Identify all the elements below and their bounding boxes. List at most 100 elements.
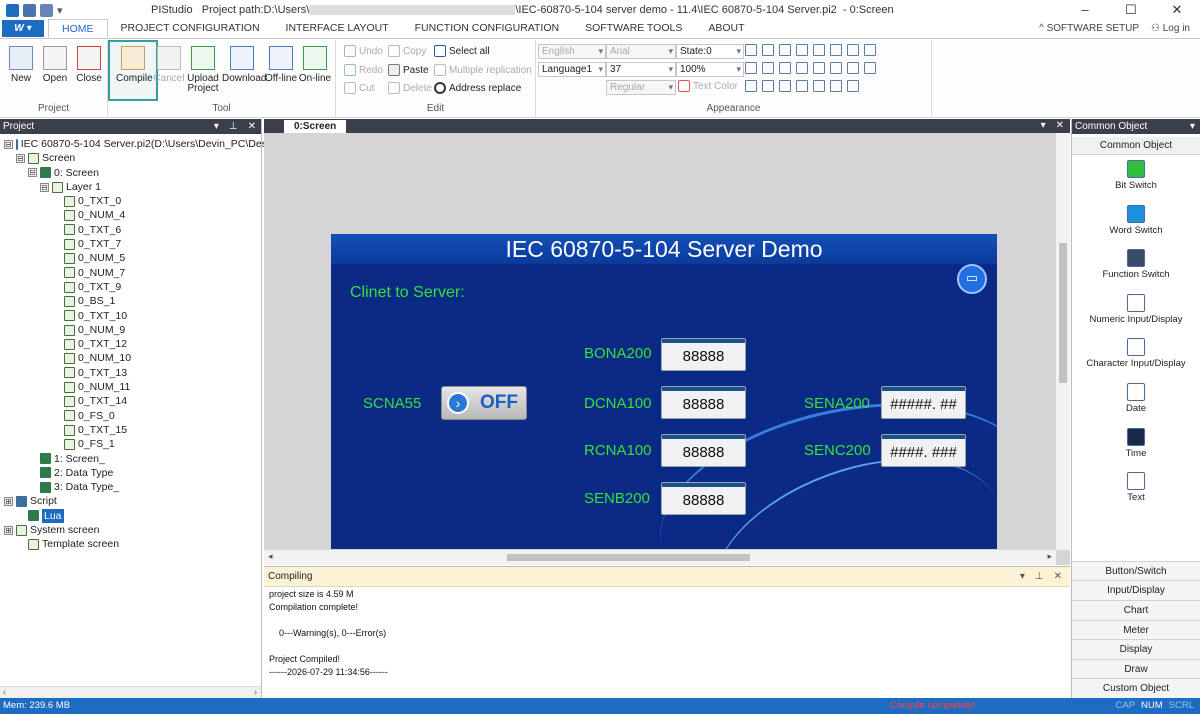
app-menu-button[interactable]: W ▾ [2,20,44,37]
tree-horizontal-scrollbar[interactable]: ‹ › [0,686,261,698]
font-size-select[interactable]: 37 [606,62,676,77]
tree-node[interactable]: 0_TXT_15 [0,423,262,437]
common-object-item[interactable]: Numeric Input/Display [1072,293,1200,334]
font-select[interactable]: Arial [606,44,676,59]
expand-toggle-icon[interactable]: ⊞ [4,525,13,535]
cancel-button[interactable]: Cancel [152,44,186,84]
message-icon[interactable]: ▭ [957,264,987,294]
lock-icon[interactable] [779,80,791,92]
close-button[interactable]: Close [72,44,106,84]
open-button[interactable]: Open [38,44,72,84]
software-setup-button[interactable]: ^ SOFTWARE SETUP [1039,19,1139,38]
category-item[interactable]: Input/Display [1072,580,1200,601]
same-height-icon[interactable] [847,62,859,74]
group-icon[interactable] [813,44,825,56]
common-object-item[interactable]: Word Switch [1072,204,1200,245]
tab-function-configuration[interactable]: FUNCTION CONFIGURATION [402,19,572,38]
tree-node[interactable]: 0_BS_1 [0,294,262,308]
category-item[interactable]: Custom Object [1072,678,1200,698]
align-center-icon[interactable] [745,62,757,74]
hmi-screen-canvas[interactable]: IEC 60870-5-104 Server Demo ▭ Clinet to … [331,234,997,549]
save-as-icon[interactable] [40,3,53,17]
tree-node[interactable]: Lua [0,508,262,524]
language-select[interactable]: English [538,44,606,59]
rotate-ccw-icon[interactable] [796,62,808,74]
upload-project-button[interactable]: Upload Project [186,44,220,94]
tree-node[interactable]: 0_NUM_4 [0,208,262,222]
doc-close-icon[interactable]: ✕ [1056,119,1064,133]
tree-node[interactable]: 0_TXT_13 [0,366,262,380]
compile-dropdown-icon[interactable]: ▾ [1020,567,1025,587]
bit-switch-scna55[interactable]: › OFF [441,386,527,420]
undo-button[interactable]: Undo [344,45,383,57]
delete-button[interactable]: Delete [388,82,432,94]
cut-button[interactable]: Cut [344,82,375,94]
new-button[interactable]: New [4,44,38,84]
scroll-left-arrow-icon[interactable]: ◂ [268,551,273,562]
tree-node[interactable]: 3: Data Type_ [0,480,262,494]
common-object-item[interactable]: Time [1072,427,1200,468]
category-item[interactable]: Display [1072,639,1200,659]
multiple-replication-button[interactable]: Multiple replication [434,64,532,76]
align-left-icon[interactable] [745,44,757,56]
category-item[interactable]: Meter [1072,619,1200,640]
doc-dropdown-icon[interactable]: ▾ [1041,119,1046,133]
ungroup-icon[interactable] [813,62,825,74]
tree-node[interactable]: 0_FS_0 [0,409,262,423]
select-all-button[interactable]: Select all [434,45,490,57]
numeric-display-rcna100[interactable]: 88888 [661,434,746,467]
expand-toggle-icon[interactable]: ⊟ [16,153,25,163]
numeric-display-sena200[interactable]: #####. ## [881,386,966,419]
numeric-display-senb200[interactable]: 88888 [661,482,746,515]
tree-node[interactable]: ⊟ 0: Screen [0,166,262,180]
flip-v-icon[interactable] [762,80,774,92]
tree-node[interactable]: 2: Data Type [0,466,262,480]
tree-node[interactable]: 0_TXT_7 [0,237,262,251]
tree-node[interactable]: 0_TXT_14 [0,394,262,408]
compile-close-icon[interactable]: ✕ [1054,567,1062,587]
common-object-item[interactable]: Character Input/Display [1072,338,1200,378]
copy-button[interactable]: Copy [388,45,426,57]
bring-front-icon[interactable] [779,44,791,56]
tree-node[interactable]: 0_NUM_9 [0,323,262,337]
co-dropdown-icon[interactable]: ▾ [1190,119,1195,134]
flip-h-icon[interactable] [745,80,757,92]
close-window-button[interactable]: ✕ [1154,2,1200,18]
compile-button[interactable]: Compile [116,44,153,84]
quick-access-dropdown-icon[interactable]: ▾ [57,4,65,17]
tree-node[interactable]: ⊞ Script [0,494,262,508]
distribute-icon[interactable] [864,62,876,74]
align-middle-icon[interactable] [762,62,774,74]
tree-node[interactable]: 0_TXT_10 [0,309,262,323]
redo-button[interactable]: Redo [344,64,383,76]
address-replace-button[interactable]: Address replace [434,82,521,94]
tab-about[interactable]: ABOUT [695,19,757,38]
download-button[interactable]: Download [222,44,266,84]
more-icon[interactable] [864,80,876,92]
tree-node[interactable]: 0_TXT_12 [0,337,262,351]
expand-toggle-icon[interactable]: ⊟ [40,182,49,192]
minimize-button[interactable]: – [1062,2,1108,18]
numeric-display-bona200[interactable]: 88888 [661,338,746,371]
front-one-icon[interactable] [813,80,825,92]
tree-node[interactable]: 0_NUM_7 [0,266,262,280]
maximize-button[interactable]: ☐ [1108,2,1154,18]
save-icon[interactable] [23,3,36,17]
tab-interface-layout[interactable]: INTERFACE LAYOUT [273,19,402,38]
font-style-select[interactable]: Regular [606,80,676,95]
online-button[interactable]: On-line [298,44,332,84]
vertical-scroll-thumb[interactable] [1059,243,1067,383]
panel-dropdown-icon[interactable]: ▾ [214,119,219,134]
tab-screen-0[interactable]: 0:Screen [284,120,347,133]
same-size-icon[interactable] [864,44,876,56]
unlock-icon[interactable] [796,80,808,92]
numeric-display-dcna100[interactable]: 88888 [661,386,746,419]
category-item[interactable]: Chart [1072,600,1200,620]
align-top-icon[interactable] [830,44,842,56]
login-button[interactable]: ⚇ Log in [1151,19,1190,38]
state-select[interactable]: State:0 [676,44,744,59]
tree-node[interactable]: 0_FS_1 [0,437,262,451]
tree-node[interactable]: ⊟ IEC 60870-5-104 Server.pi2(D:\Users\Dev… [0,137,281,151]
numeric-display-senc200[interactable]: ####. ### [881,434,966,467]
expand-toggle-icon[interactable]: ⊟ [28,168,37,178]
